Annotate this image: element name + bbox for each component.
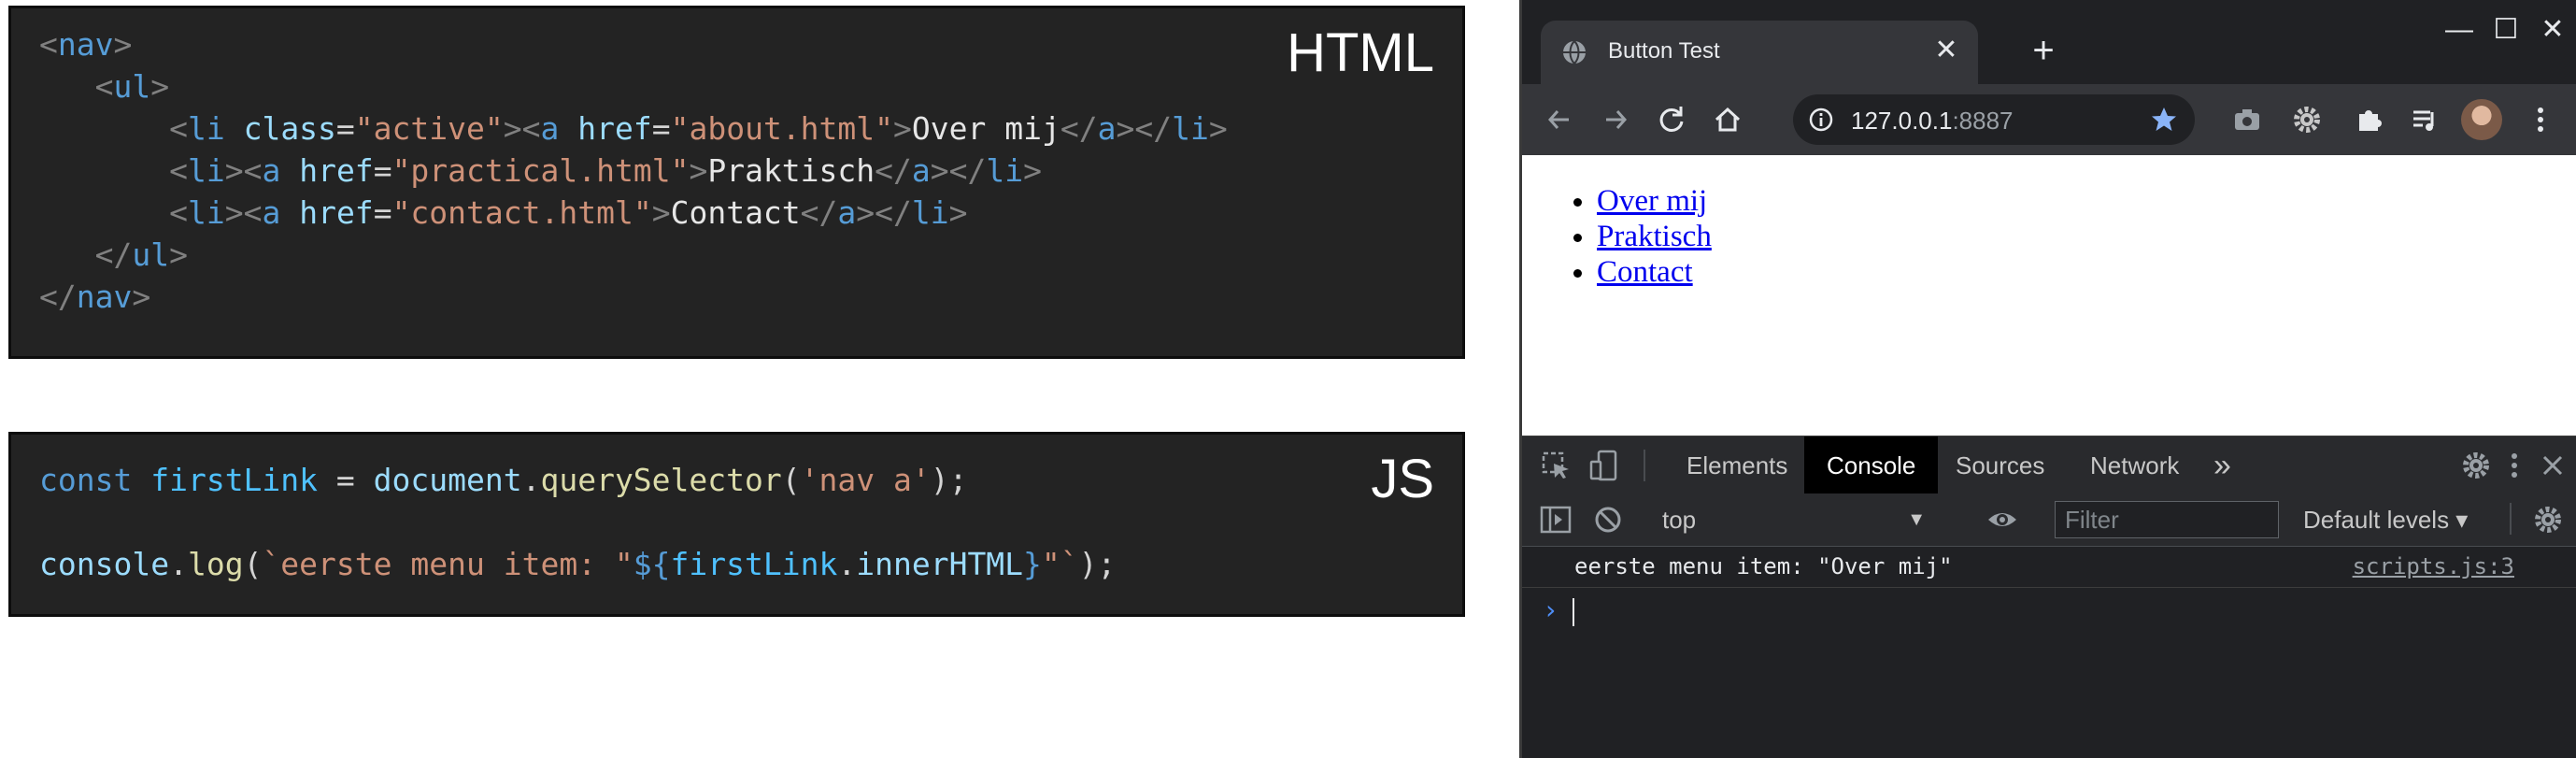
tab-button-test[interactable]: Button Test ✕ [1541,21,1978,84]
default-levels-dropdown[interactable]: Default levels ▾ [2303,501,2468,538]
devtools-settings-icon[interactable] [2459,449,2493,482]
filter-input[interactable] [2055,501,2279,538]
context-select[interactable]: top ▼ [1653,501,1929,538]
url-text: 127.0.0.1:8887 [1851,107,2014,135]
camera-icon[interactable] [2228,101,2266,138]
minimize-button[interactable]: — [2436,11,2483,49]
devtools-tab-bar: Elements Console Sources Network » [1522,436,2576,495]
tab-console[interactable]: Console [1804,436,1939,494]
html-code-panel: HTML <nav> <ul> <li class="active"><a hr… [8,6,1465,359]
js-line-1: const firstLink = document.querySelector… [39,462,968,498]
list-item: Praktisch [1597,219,1712,254]
tab-sources[interactable]: Sources [1933,436,2067,494]
bookmark-star-icon[interactable] [2150,106,2178,134]
media-queue-icon[interactable] [2406,101,2443,138]
log-message: eerste menu item: "Over mij" [1574,553,1953,579]
code-line-3: <li class="active"><a href="about.html">… [169,110,1228,147]
console-prompt[interactable]: › [1522,587,2576,634]
forward-icon[interactable] [1597,101,1634,138]
maximize-button[interactable]: ☐ [2483,11,2529,49]
tab-close-icon[interactable]: ✕ [1929,34,1963,67]
inspect-element-icon[interactable] [1539,449,1573,482]
globe-icon [1563,40,1586,64]
text-cursor [1573,598,1574,626]
js-panel-label: JS [1371,449,1434,509]
gear-icon[interactable] [2288,101,2326,138]
html-panel-label: HTML [1287,22,1434,83]
js-code-panel: JS const firstLink = document.querySelec… [8,432,1465,617]
link-praktisch[interactable]: Praktisch [1597,220,1712,253]
code-line-4: <li><a href="practical.html">Praktisch</… [169,152,1043,189]
code-line-6: </ul> [94,236,188,273]
prompt-chevron-icon: › [1543,594,1558,625]
link-over-mij[interactable]: Over mij [1597,184,1707,218]
eye-icon[interactable] [1985,503,2019,536]
browser-toolbar: 127.0.0.1:8887 [1522,84,2576,155]
js-line-2: console.log(`eerste menu item: "${firstL… [39,546,1117,582]
link-contact[interactable]: Contact [1597,255,1693,289]
list-item: Over mij [1597,183,1712,219]
code-line-1: <nav> [39,26,133,63]
code-line-5: <li><a href="contact.html">Contact</a></… [169,194,968,231]
page-viewport: Over mij Praktisch Contact [1522,155,2576,436]
chevron-down-icon: ▼ [1907,509,1926,530]
kebab-menu-icon[interactable] [2522,101,2559,138]
address-bar[interactable]: 127.0.0.1:8887 [1793,94,2195,145]
devtools-kebab-icon[interactable] [2498,449,2531,482]
console-log-row: eerste menu item: "Over mij" scripts.js:… [1522,546,2576,588]
more-tabs-chevron-icon[interactable]: » [2202,436,2242,494]
close-window-button[interactable]: ✕ [2529,11,2576,49]
home-icon[interactable] [1709,101,1746,138]
devtools-panel: Elements Console Sources Network » top ▼ … [1522,436,2576,758]
show-sidebar-icon[interactable] [1539,503,1573,536]
profile-avatar[interactable] [2461,99,2502,140]
info-icon[interactable] [1808,107,1834,133]
new-tab-button[interactable]: + [2025,32,2062,69]
tab-network[interactable]: Network [2068,436,2201,494]
devtools-close-icon[interactable] [2536,449,2569,482]
console-settings-icon[interactable] [2531,503,2565,536]
tab-strip: Button Test ✕ + — ☐ ✕ [1522,0,2576,84]
device-toolbar-icon[interactable] [1587,449,1621,482]
code-line-7: </nav> [39,279,151,315]
tab-elements[interactable]: Elements [1664,436,1810,494]
page-nav-list: Over mij Praktisch Contact [1597,183,1712,290]
reload-icon[interactable] [1653,101,1690,138]
extensions-puzzle-icon[interactable] [2350,101,2387,138]
clear-console-icon[interactable] [1591,503,1625,536]
console-toolbar: top▼ Default levels ▾ [1522,493,2576,547]
log-source-link[interactable]: scripts.js:3 [2353,553,2514,579]
divider [2510,503,2512,535]
tab-title: Button Test [1608,38,1720,64]
list-item: Contact [1597,254,1712,290]
back-icon[interactable] [1541,101,1578,138]
divider [1644,450,1645,481]
code-line-2: <ul> [94,68,170,105]
browser-window: Button Test ✕ + — ☐ ✕ 127.0.0.1:8887 Ove… [1519,0,2576,758]
